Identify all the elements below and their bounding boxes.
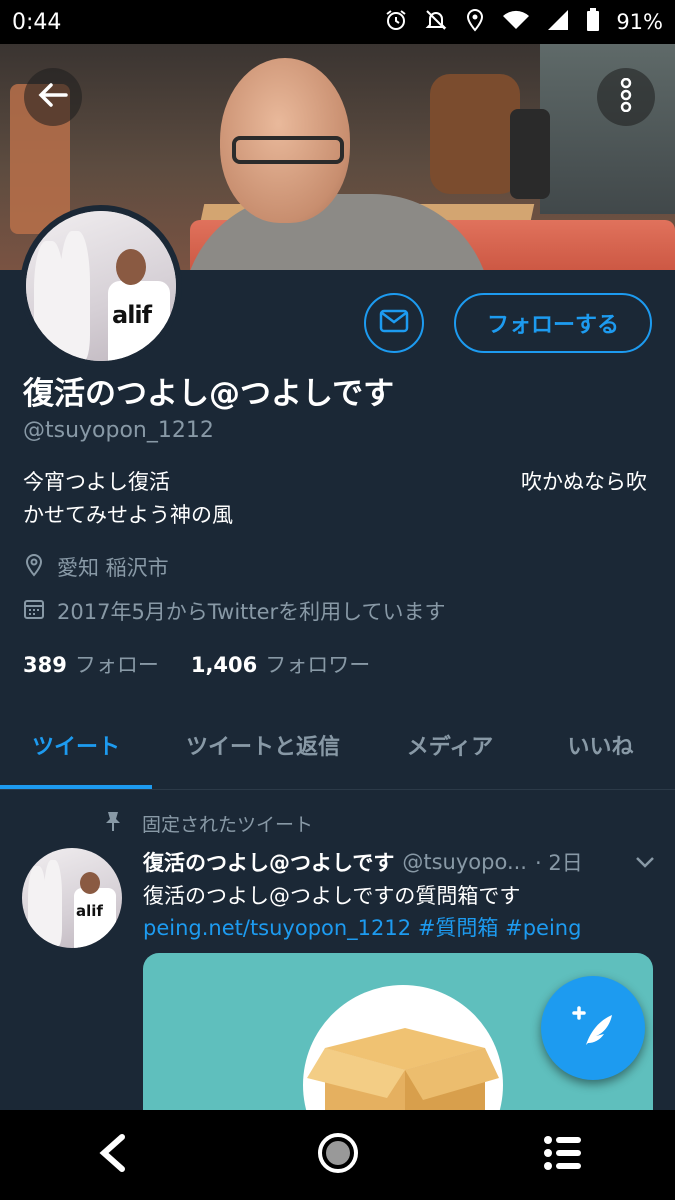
location-text: 愛知 稲沢市 — [57, 556, 169, 580]
nav-recents-button[interactable] — [523, 1115, 603, 1195]
tab-tweets-and-replies[interactable]: ツイートと返信 — [152, 700, 374, 789]
bio-line-2: かせてみせよう神の風 — [23, 503, 233, 527]
nav-home-button[interactable] — [298, 1115, 378, 1195]
signal-icon — [546, 8, 570, 36]
status-icons: 91% — [384, 8, 663, 36]
joined-text: 2017年5月からTwitterを利用しています — [57, 600, 446, 624]
tweet-author-handle[interactable]: @tsuyopo... — [402, 850, 527, 874]
follow-button[interactable]: フォローする — [454, 293, 652, 353]
pinned-tweet-label: 固定されたツイート — [104, 810, 313, 837]
status-bar: 0:44 91% — [0, 0, 675, 44]
mail-icon — [379, 309, 409, 337]
profile-joined: 2017年5月からTwitterを利用しています — [23, 596, 446, 626]
back-button[interactable] — [24, 68, 82, 126]
pin-icon — [104, 810, 122, 837]
nav-home-icon — [317, 1132, 359, 1178]
tab-media[interactable]: メディア — [374, 700, 526, 789]
profile-handle: @tsuyopon_1212 — [23, 418, 214, 443]
tweet-link[interactable]: peing.net/tsuyopon_1212 — [143, 916, 411, 940]
tweet-author-avatar[interactable]: alif — [22, 848, 122, 948]
chevron-down-icon[interactable] — [635, 850, 655, 874]
wifi-icon — [502, 8, 530, 36]
tweet-header: 復活のつよし@つよしです @tsuyopo... · 2日 — [143, 847, 655, 877]
followers-label[interactable]: フォロワー — [265, 649, 370, 679]
more-options-button[interactable] — [597, 68, 655, 126]
status-time: 0:44 — [12, 9, 62, 35]
tweet-text: 復活のつよし@つよしですの質問箱です — [143, 884, 521, 908]
tab-likes[interactable]: いいね — [526, 700, 675, 789]
compose-tweet-icon — [568, 1001, 618, 1055]
pinned-label-text: 固定されたツイート — [142, 814, 314, 836]
profile-avatar[interactable]: alif — [20, 205, 182, 367]
more-vertical-icon — [620, 77, 632, 116]
compose-tweet-button[interactable] — [541, 976, 645, 1080]
message-button[interactable] — [364, 293, 424, 353]
battery-icon — [586, 8, 600, 36]
tweet-links: peing.net/tsuyopon_1212 #質問箱 #peing — [143, 912, 581, 942]
tweet-hashtag-2[interactable]: #peing — [505, 916, 581, 940]
nav-back-button[interactable] — [73, 1115, 153, 1195]
alarm-icon — [384, 8, 408, 36]
back-arrow-icon — [36, 78, 70, 116]
bio-line-1-right: 吹かぬなら吹 — [521, 470, 647, 494]
avatar-shirt-text: alif — [112, 301, 152, 329]
android-nav-bar — [0, 1110, 675, 1200]
profile-tabs: ツイート ツイートと返信 メディア いいね — [0, 700, 675, 790]
following-count[interactable]: 389 — [23, 653, 67, 677]
location-icon — [464, 8, 486, 36]
location-pin-icon — [23, 553, 45, 582]
followers-count[interactable]: 1,406 — [191, 653, 257, 677]
tweet-author-name[interactable]: 復活のつよし@つよしです — [143, 847, 394, 877]
profile-display-name: 復活のつよし@つよしです — [23, 376, 395, 412]
tweet-hashtag-1[interactable]: #質問箱 — [418, 916, 499, 940]
avatar-small-shirt-text: alif — [76, 902, 103, 920]
nav-recents-icon — [543, 1135, 583, 1175]
following-label[interactable]: フォロー — [75, 649, 159, 679]
tab-tweets[interactable]: ツイート — [0, 700, 152, 789]
profile-stats: 389 フォロー 1,406 フォロワー — [23, 649, 394, 679]
profile-location: 愛知 稲沢市 — [23, 552, 169, 582]
bio-line-1: 今宵つよし復活 — [23, 470, 170, 494]
tweet-time: · 2日 — [534, 851, 583, 875]
nav-back-icon — [98, 1133, 128, 1177]
notifications-off-icon — [424, 8, 448, 36]
battery-percent: 91% — [616, 10, 663, 34]
calendar-icon — [23, 598, 45, 625]
